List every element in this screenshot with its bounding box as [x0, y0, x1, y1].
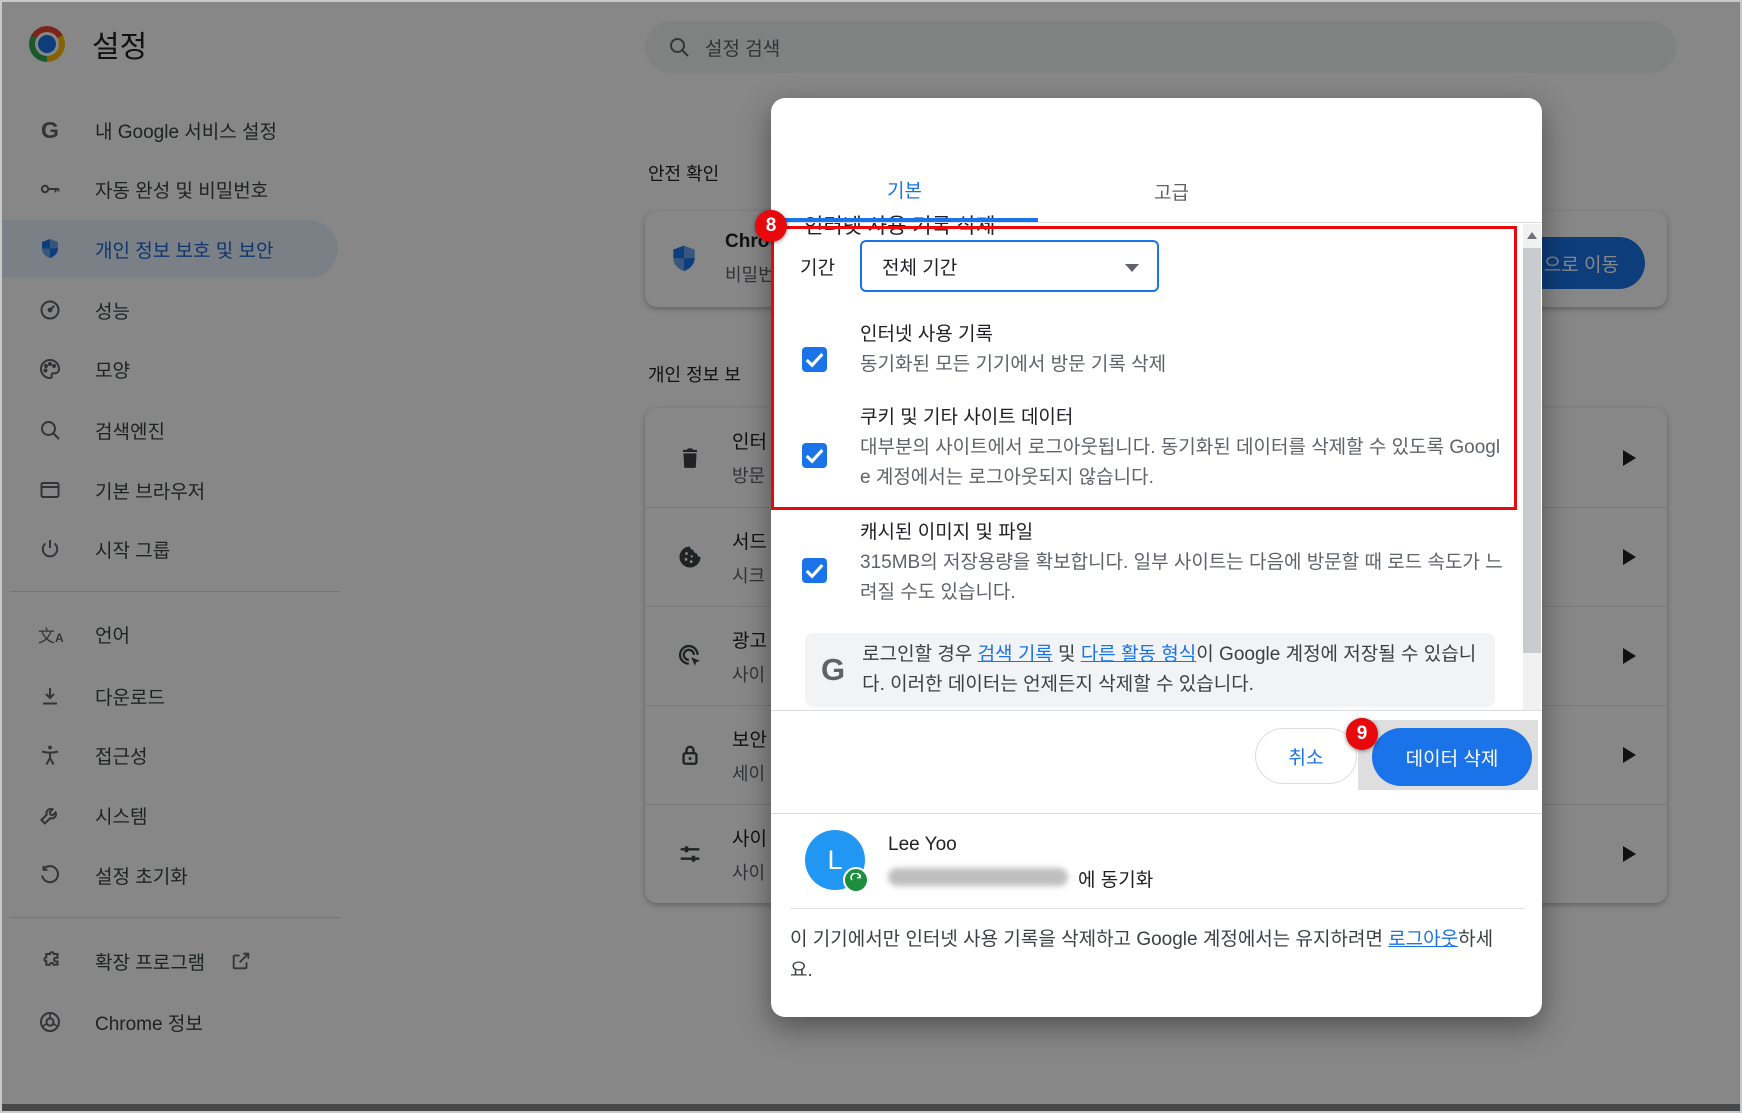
- sign-out-link[interactable]: 로그아웃: [1388, 929, 1458, 950]
- checkbox-description: 315MB의 저장용량을 확보합니다. 일부 사이트는 다음에 방문할 때 로드…: [860, 548, 1508, 608]
- chrome-settings-window: 설정 설정 검색 G 내 Google 서비스 설정 자동 완성 및 비밀번호: [0, 0, 1742, 1113]
- cached-files-checkbox[interactable]: [802, 558, 827, 583]
- time-range-select[interactable]: 전체 기간: [860, 240, 1159, 292]
- account-name: Lee Yoo: [888, 834, 957, 856]
- account-section-border: [771, 813, 1542, 814]
- annotation-step-9: 9: [1346, 718, 1378, 750]
- browsing-history-checkbox[interactable]: [802, 347, 827, 372]
- content-divider: [771, 710, 1542, 711]
- account-email-redacted: [888, 868, 1068, 886]
- google-account-notice: G 로그인할 경우 검색 기록 및 다른 활동 형식이 Google 계정에 저…: [805, 633, 1495, 707]
- checkbox-row-cached-files: 캐시된 이미지 및 파일 315MB의 저장용량을 확보합니다. 일부 사이트는…: [802, 518, 1508, 608]
- google-g-icon: G: [821, 652, 845, 688]
- footer-divider: [790, 908, 1525, 909]
- annotation-step-8: 8: [755, 210, 787, 242]
- clear-browsing-data-dialog: 인터넷 사용 기록 삭제 기본 고급 기간 전체 기간 인터넷 사용 기록 동기…: [771, 98, 1542, 1017]
- other-activity-link[interactable]: 다른 활동 형식: [1081, 644, 1196, 665]
- scrollbar-thumb[interactable]: [1523, 248, 1541, 653]
- dialog-tabs: 기본 고급: [771, 160, 1542, 223]
- cookies-checkbox[interactable]: [802, 443, 827, 468]
- notice-text: 로그인할 경우 검색 기록 및 다른 활동 형식이 Google 계정에 저장될…: [862, 640, 1477, 700]
- checkbox-row-browsing-history: 인터넷 사용 기록 동기화된 모든 기기에서 방문 기록 삭제: [802, 320, 1508, 380]
- search-history-link[interactable]: 검색 기록: [978, 644, 1053, 665]
- scroll-up-icon[interactable]: [1527, 232, 1537, 239]
- checkbox-row-cookies: 쿠키 및 기타 사이트 데이터 대부분의 사이트에서 로그아웃됩니다. 동기화된…: [802, 403, 1508, 493]
- chevron-down-icon: [1125, 264, 1139, 272]
- notice-prefix: 로그인할 경우: [862, 644, 977, 665]
- checkbox-description: 동기화된 모든 기기에서 방문 기록 삭제: [860, 350, 1508, 380]
- cancel-button[interactable]: 취소: [1255, 728, 1357, 784]
- delete-data-button[interactable]: 데이터 삭제: [1372, 728, 1532, 786]
- account-sync-suffix: 에 동기화: [1078, 865, 1153, 892]
- dialog-scrollbar[interactable]: [1523, 224, 1541, 710]
- tab-advanced[interactable]: 고급: [1038, 160, 1305, 222]
- time-range-value: 전체 기간: [882, 253, 957, 280]
- dialog-footer-text: 이 기기에서만 인터넷 사용 기록을 삭제하고 Google 계정에서는 유지하…: [790, 924, 1502, 986]
- period-label: 기간: [800, 243, 835, 295]
- checkbox-title: 쿠키 및 기타 사이트 데이터: [860, 403, 1508, 433]
- sync-badge-icon: [843, 867, 869, 893]
- taskbar-strip: [0, 1104, 1742, 1113]
- checkbox-title: 캐시된 이미지 및 파일: [860, 518, 1508, 548]
- tab-basic[interactable]: 기본: [771, 160, 1038, 222]
- notice-middle: 및: [1053, 644, 1081, 665]
- checkbox-title: 인터넷 사용 기록: [860, 320, 1508, 350]
- checkbox-description: 대부분의 사이트에서 로그아웃됩니다. 동기화된 데이터를 삭제할 수 있도록 …: [860, 433, 1508, 493]
- avatar-letter: L: [827, 845, 842, 876]
- footer-text: 이 기기에서만 인터넷 사용 기록을 삭제하고 Google 계정에서는 유지하…: [790, 929, 1388, 950]
